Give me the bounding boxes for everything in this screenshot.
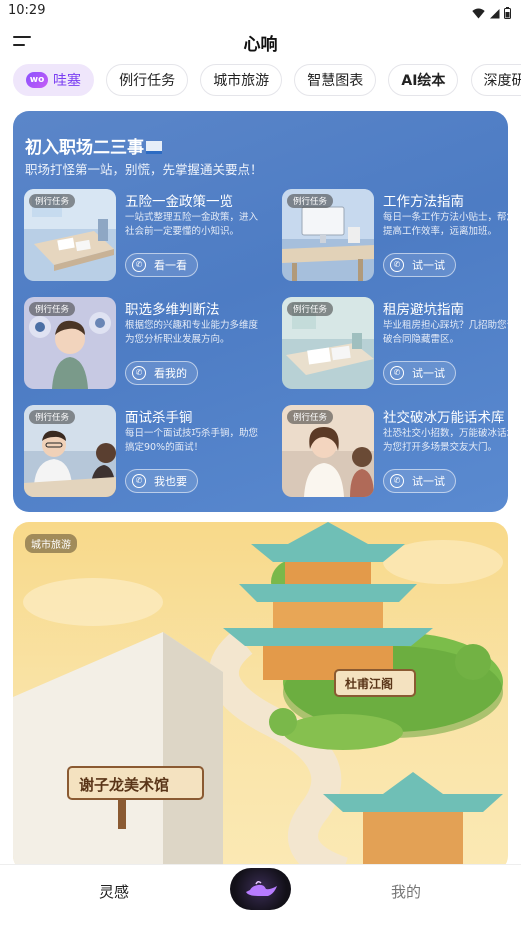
phone-icon: ✆ [390,474,404,488]
app-header: 心响 [0,24,521,60]
nav-inspiration[interactable]: 灵感 [99,881,129,902]
item-title: 五险一金政策一览 [125,194,233,210]
routine-task-badge: 例行任务 [287,410,334,424]
button-label: 试一试 [412,475,445,488]
wifi-icon [472,4,485,23]
item-title: 社交破冰万能话术库 [383,410,505,426]
item-description: 根据您的兴趣和专业能力多维度为您分析职业发展方向。 [125,320,259,345]
signal-icon [489,4,500,23]
phone-icon: ✆ [132,366,146,380]
page-title: 心响 [243,35,278,55]
list-item-work-methods[interactable]: 例行任务 工作方法指南 每日一条工作方法小贴士，帮您提高工作效率，远离加班。 ✆… [282,189,508,281]
list-item-rental-guide[interactable]: 例行任务 租房避坑指南 毕业租房担心踩坑？几招助您识破合同隐藏雷区。 ✆ 试一试 [282,297,508,389]
thumbnail-rental-contract: 例行任务 [282,297,374,389]
list-item-social-icebreaker[interactable]: 例行任务 社交破冰万能话术库 社恐社交小招数，万能破冰话术为您打开多场景交友大门… [282,405,508,497]
career-card-subtitle: 职场打怪第一站，别慌，先掌握通关要点！ [25,162,263,177]
list-item-career-choice[interactable]: 例行任务 职选多维判断法 根据您的兴趣和专业能力多维度为您分析职业发展方向。 ✆… [24,297,274,389]
item-description: 每日一条工作方法小贴士，帮您提高工作效率，远离加班。 [383,212,508,237]
phone-icon: ✆ [132,474,146,488]
button-label: 看一看 [154,259,187,272]
try-button[interactable]: ✆ 试一试 [383,361,456,385]
routine-task-badge: 例行任务 [287,302,334,316]
item-title: 面试杀手锏 [125,410,193,426]
look-button[interactable]: ✆ 看一看 [125,253,198,277]
city-travel-badge: 城市旅游 [25,534,77,553]
phone-icon: ✆ [132,258,146,272]
travel-illustration [13,522,503,872]
tab-label: 城市旅游 [213,73,270,89]
tab-label: AI绘本 [401,73,446,89]
career-card[interactable]: 初入职场二三事 职场打怪第一站，别慌，先掌握通关要点！ 例行任务 五险一金政策一… [13,111,508,512]
thumbnail-desk-computer: 例行任务 [282,189,374,281]
list-item-interview-tips[interactable]: 例行任务 面试杀手锏 每日一个面试技巧杀手锏，助您搞定90%的面试！ ✆ 我也要 [24,405,274,497]
tab-label: 智慧图表 [307,73,364,89]
phone-icon: ✆ [390,366,404,380]
tab-wasai[interactable]: wo 哇塞 [13,64,94,96]
try-button[interactable]: ✆ 试一试 [383,469,456,493]
thumbnail-interview: 例行任务 [24,405,116,497]
routine-task-badge: 例行任务 [287,194,334,208]
item-description: 一站式整理五险一金政策，进入社会前一定要懂的小知识。 [125,212,259,237]
mine-button[interactable]: ✆ 看我的 [125,361,198,385]
routine-task-badge: 例行任务 [29,194,76,208]
item-title: 租房避坑指南 [383,302,464,318]
tab-label: 例行任务 [119,73,176,89]
list-item-social-insurance[interactable]: 例行任务 五险一金政策一览 一站式整理五险一金政策，进入社会前一定要懂的小知识。… [24,189,274,281]
phone-icon: ✆ [390,258,404,272]
status-bar: 10:29 [0,0,521,24]
button-label: 我也要 [154,475,187,488]
item-title: 职选多维判断法 [125,302,220,318]
item-description: 每日一个面试技巧杀手锏，助您搞定90%的面试！ [125,428,259,453]
button-label: 试一试 [412,367,445,380]
thumbnail-desk-documents: 例行任务 [24,189,116,281]
thumbnail-young-man: 例行任务 [24,297,116,389]
nav-mine[interactable]: 我的 [391,881,421,902]
button-label: 试一试 [412,259,445,272]
me-too-button[interactable]: ✆ 我也要 [125,469,198,493]
status-time: 10:29 [8,3,46,18]
travel-card[interactable]: 城市旅游 杜甫江阁 谢子龙美术馆 [13,522,508,872]
wasai-logo-icon: wo [26,72,48,88]
try-button[interactable]: ✆ 试一试 [383,253,456,277]
routine-task-badge: 例行任务 [29,302,76,316]
magic-lamp-button[interactable] [230,868,291,910]
laptop-icon [146,141,162,154]
thumbnail-social-woman: 例行任务 [282,405,374,497]
museum-sign-text: 谢子龙美术馆 [79,776,170,794]
tab-ai-picturebook[interactable]: AI绘本 [388,64,459,96]
career-card-title: 初入职场二三事 [25,133,162,158]
button-label: 看我的 [154,367,187,380]
item-description: 毕业租房担心踩坑？几招助您识破合同隐藏雷区。 [383,320,508,345]
tab-label: 哇塞 [53,73,81,89]
tab-routine-tasks[interactable]: 例行任务 [106,64,189,96]
tab-city-travel[interactable]: 城市旅游 [200,64,283,96]
battery-icon [504,4,511,23]
item-description: 社恐社交小招数，万能破冰话术为您打开多场景交友大门。 [383,428,508,453]
bottom-navigation: 灵感 我的 [0,864,521,926]
tab-label: 深度研究 [483,73,521,89]
tab-deep-research[interactable]: 深度研究 [470,64,521,96]
status-icons [472,4,511,23]
routine-task-badge: 例行任务 [29,410,76,424]
tab-smart-charts[interactable]: 智慧图表 [294,64,377,96]
magic-lamp-icon [246,880,277,896]
item-title: 工作方法指南 [383,194,464,210]
category-tabs: wo 哇塞 例行任务 城市旅游 智慧图表 AI绘本 深度研究 [13,64,521,98]
pavilion-sign-text: 杜甫江阁 [345,677,394,691]
career-card-title-text: 初入职场二三事 [25,138,144,158]
